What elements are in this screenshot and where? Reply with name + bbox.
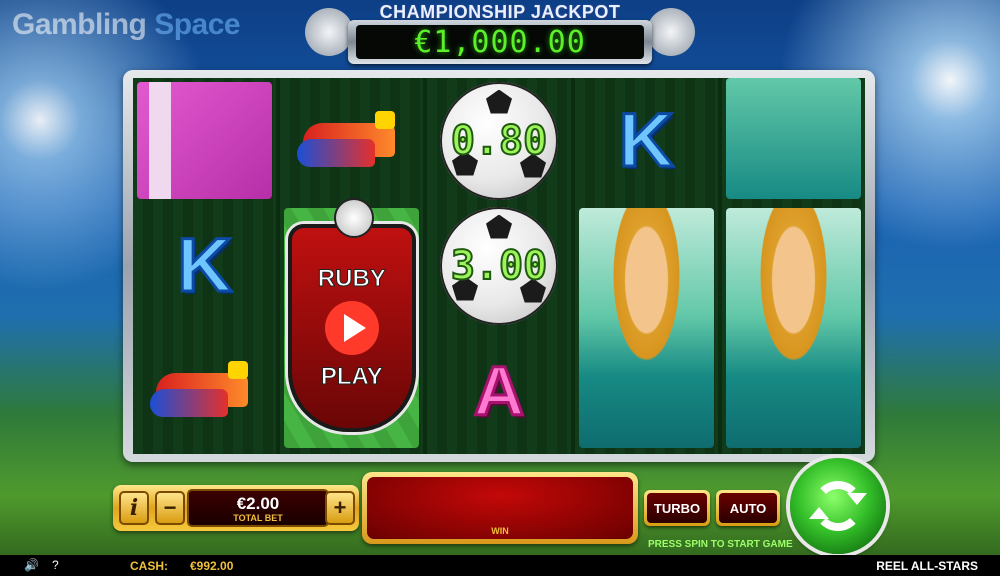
a-letter: A <box>472 350 526 431</box>
ball-icon <box>333 198 374 238</box>
bet-panel: i − €2.00 TOTAL BET + <box>113 485 359 531</box>
bet-label: TOTAL BET <box>233 513 283 523</box>
reel-4: K <box>574 78 718 454</box>
spin-arrows-icon <box>809 481 867 531</box>
ball-value-1: 0.80 <box>450 117 548 165</box>
decrease-bet-button[interactable]: − <box>155 491 185 525</box>
cash-label: CASH: <box>130 559 168 573</box>
symbol-player-woman <box>578 208 714 448</box>
start-hint: PRESS SPIN TO START GAME <box>648 539 793 550</box>
spin-button[interactable] <box>790 458 886 554</box>
football-icon: 3.00 <box>440 206 558 325</box>
turbo-button[interactable]: TURBO <box>644 490 710 526</box>
k-letter: K <box>617 97 675 185</box>
reel-grid: K RUBY PLAY 0.80 3.00 A K <box>133 78 866 454</box>
symbol-player-woman <box>725 208 862 448</box>
k-letter: K <box>176 222 234 310</box>
play-icon <box>324 301 379 355</box>
total-bet-display: €2.00 TOTAL BET <box>187 489 329 527</box>
jackpot-right-wing <box>647 8 695 56</box>
watermark-logo: Gambling Space <box>12 8 241 42</box>
watermark-part1: Gambling <box>12 8 147 41</box>
symbol-boots <box>133 328 276 453</box>
jackpot-value: €1,000.00 <box>414 24 586 60</box>
info-button[interactable]: i <box>119 491 149 525</box>
logo-bottom-text: PLAY <box>320 363 383 391</box>
jackpot-left-wing <box>305 8 353 56</box>
symbol-player-woman-partial <box>725 78 862 199</box>
reel-1: K <box>133 78 277 454</box>
reel-3: 0.80 3.00 A <box>427 78 571 454</box>
turbo-label: TURBO <box>647 493 707 523</box>
auto-label: AUTO <box>719 493 777 523</box>
reel-5 <box>721 78 866 454</box>
symbol-a: A <box>427 328 570 453</box>
cash-value: €992.00 <box>190 559 234 573</box>
win-display: WIN <box>362 472 638 544</box>
reel-frame: K RUBY PLAY 0.80 3.00 A K <box>123 70 875 462</box>
symbol-pink-jersey <box>133 78 276 203</box>
logo-top-text: RUBY <box>317 265 386 293</box>
increase-bet-button[interactable]: + <box>325 491 355 525</box>
football-icon: 0.80 <box>440 81 558 200</box>
help-icon[interactable]: ? <box>52 558 59 572</box>
watermark-part2: Space <box>154 8 241 41</box>
bet-value: €2.00 <box>236 494 280 513</box>
game-name: REEL ALL-STARS <box>876 559 978 573</box>
boots-icon <box>296 110 407 171</box>
jackpot-display: €1,000.00 <box>348 20 652 64</box>
win-label: WIN <box>491 526 509 536</box>
footer-bar: 🔊 ? CASH: €992.00 REEL ALL-STARS <box>0 555 1000 576</box>
jackpot-banner: CHAMPIONSHIP JACKPOT €1,000.00 <box>300 0 700 70</box>
symbol-ball-cash: 3.00 <box>427 203 570 328</box>
symbol-ball-cash: 0.80 <box>427 78 570 203</box>
symbol-k: K <box>575 78 718 203</box>
boots-icon <box>149 360 260 421</box>
sound-icon[interactable]: 🔊 <box>24 558 39 572</box>
reel-2: RUBY PLAY <box>280 78 424 454</box>
symbol-ruby-play-wild: RUBY PLAY <box>284 198 420 448</box>
symbol-boots <box>280 78 423 203</box>
ball-value-2: 3.00 <box>450 242 548 290</box>
ruby-play-logo: RUBY PLAY <box>287 198 416 432</box>
auto-button[interactable]: AUTO <box>716 490 780 526</box>
symbol-k: K <box>133 203 276 328</box>
